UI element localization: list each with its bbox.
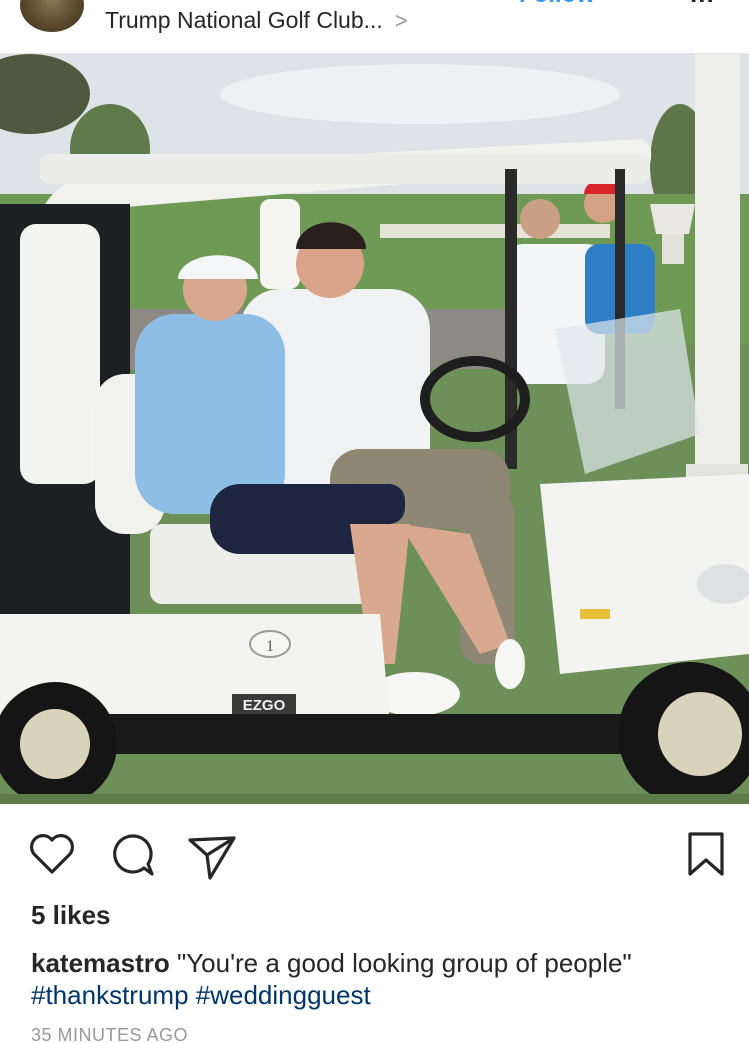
action-bar [0, 820, 749, 884]
cart-brand-label: EZGO [243, 697, 286, 714]
likes-count[interactable]: 5 likes [31, 900, 111, 931]
cart-number-label: 1 [266, 638, 274, 655]
post-header: Trump National Golf Club... > Follow ... [0, 0, 749, 54]
golf-cart-photo: 1 EZGO [0, 54, 749, 804]
share-icon[interactable] [186, 828, 238, 880]
hashtag-link[interactable]: #thankstrump [31, 980, 189, 1010]
follow-button[interactable]: Follow [519, 0, 595, 9]
comment-icon[interactable] [106, 828, 158, 880]
more-options-icon[interactable]: ... [690, 0, 715, 9]
location-link[interactable]: Trump National Golf Club... > [105, 7, 408, 34]
avatar[interactable] [20, 0, 84, 32]
bookmark-icon[interactable] [680, 828, 732, 880]
caption-text: "You're a good looking group of people" [169, 948, 632, 978]
chevron-right-icon: > [394, 8, 408, 33]
post-caption: katemastro "You're a good looking group … [31, 947, 731, 1011]
caption-username[interactable]: katemastro [31, 948, 170, 978]
hashtag-link[interactable]: #weddingguest [196, 980, 371, 1010]
post-photo[interactable]: 1 EZGO [0, 54, 749, 804]
post-timestamp: 35 MINUTES AGO [31, 1025, 189, 1043]
location-label: Trump National Golf Club... [105, 7, 383, 33]
heart-icon[interactable] [26, 828, 78, 880]
